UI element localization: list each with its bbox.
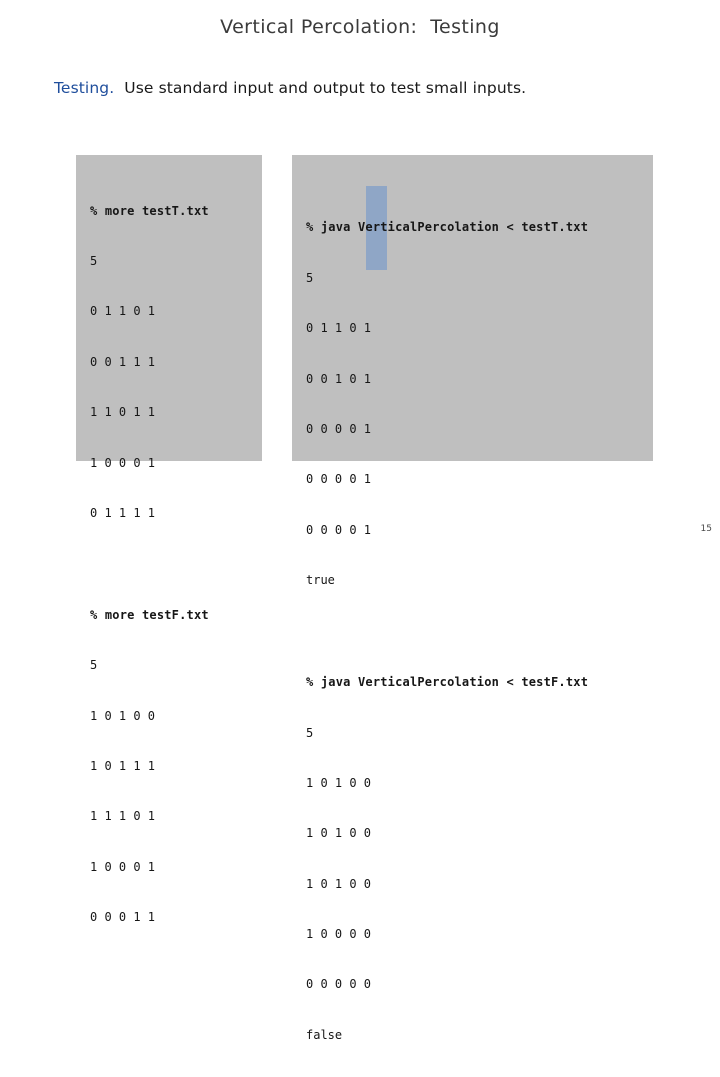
terminal-line: 1 0 1 1 1	[90, 759, 156, 774]
terminal-command: % more testT.txt	[90, 203, 209, 218]
terminal-command: % more testF.txt	[90, 607, 209, 622]
terminal-line: 5	[306, 725, 314, 740]
terminal-line: 0 0 0 0 0	[306, 977, 372, 992]
terminal-line: 1 1 1 0 1	[90, 809, 156, 824]
terminal-panel-left: % more testT.txt 5 0 1 1 0 1 0 0 1 1 1 1…	[76, 155, 262, 924]
terminal-block-java-testF: % java VerticalPercolation < testF.txt 5…	[292, 641, 653, 1077]
subtitle: Testing. Use standard input and output t…	[54, 79, 526, 97]
terminal-panel-right: % java VerticalPercolation < testT.txt 5…	[292, 155, 653, 1042]
terminal-block-more-testT: % more testT.txt 5 0 1 1 0 1 0 0 1 1 1 1…	[76, 169, 262, 555]
terminal-line: 1 0 1 0 0	[90, 708, 156, 723]
terminal-result: true	[306, 573, 335, 588]
terminal-line: 0 1 1 0 1	[306, 321, 372, 336]
terminal-line: 0 0 1 0 1	[306, 371, 372, 386]
page-number: 15	[700, 524, 712, 534]
terminal-line: 0 0 0 0 1	[306, 472, 372, 487]
terminal-block-more-testF: % more testF.txt 5 1 0 1 0 0 1 0 1 1 1 1…	[76, 573, 262, 959]
terminal-line: 5	[90, 658, 98, 673]
terminal-line: 1 0 1 0 0	[306, 775, 372, 790]
subtitle-lead: Testing.	[54, 79, 115, 97]
terminal-line: 5	[306, 270, 314, 285]
terminal-line: 0 0 0 0 1	[306, 522, 372, 537]
terminal-result: false	[306, 1027, 343, 1042]
terminal-line: 1 0 0 0 1	[90, 455, 156, 470]
terminal-line: 0 0 1 1 1	[90, 354, 156, 369]
terminal-line: 0 1 1 0 1	[90, 304, 156, 319]
subtitle-text: Use standard input and output to test sm…	[114, 79, 527, 97]
terminal-command: % java VerticalPercolation < testT.txt	[306, 220, 589, 235]
terminal-line: 1 1 0 1 1	[90, 405, 156, 420]
terminal-line: 0 0 0 1 1	[90, 910, 156, 925]
terminal-line: 0 0 0 0 1	[306, 421, 372, 436]
terminal-line: 1 0 0 0 0	[306, 927, 372, 942]
terminal-line: 1 0 1 0 0	[306, 876, 372, 891]
terminal-line: 0 1 1 1 1	[90, 505, 156, 520]
terminal-block-java-testT: % java VerticalPercolation < testT.txt 5…	[292, 169, 653, 623]
terminal-line: 5	[90, 253, 98, 268]
page-title: Vertical Percolation: Testing	[220, 16, 500, 38]
terminal-command: % java VerticalPercolation < testF.txt	[306, 675, 589, 690]
terminal-line: 1 0 0 0 1	[90, 859, 156, 874]
terminal-line: 1 0 1 0 0	[306, 826, 372, 841]
